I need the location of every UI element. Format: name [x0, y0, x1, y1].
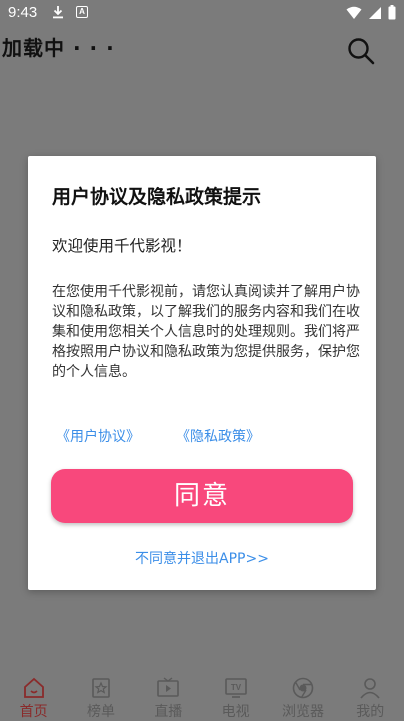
signal-icon	[369, 6, 381, 19]
tab-label: 榜单	[86, 704, 115, 720]
dialog-title: 用户协议及隐私政策提示	[52, 186, 262, 208]
tv-icon: TV	[224, 678, 247, 698]
download-icon	[53, 6, 63, 19]
profile-icon	[360, 678, 380, 699]
page-title: 加载中 · · ·	[2, 36, 115, 60]
tab-browser[interactable]: 浏览器	[269, 670, 336, 720]
tab-label: 我的	[356, 704, 385, 720]
tab-home[interactable]: 首页	[0, 670, 67, 720]
browser-icon	[292, 677, 314, 699]
tab-label: 首页	[19, 704, 48, 720]
tab-ranking[interactable]: 榜单	[67, 670, 134, 720]
tab-label: 浏览器	[281, 704, 324, 720]
user-agreement-link[interactable]: 《用户协议》	[56, 426, 140, 446]
disagree-exit-link[interactable]: 不同意并退出APP>>	[28, 548, 376, 568]
bottom-tab-bar: 首页 榜单 直播 TV 电视 浏览器 我的	[0, 670, 404, 720]
system-icons	[346, 5, 396, 20]
svg-text:TV: TV	[231, 683, 242, 692]
dialog-welcome: 欢迎使用千代影视！	[52, 237, 192, 255]
wifi-icon	[346, 6, 362, 19]
battery-icon	[388, 5, 396, 20]
status-time: 9:43	[8, 4, 38, 21]
search-icon[interactable]	[346, 36, 376, 66]
home-icon	[23, 677, 44, 698]
agree-button[interactable]: 同意	[51, 469, 353, 523]
app-header: 加载中 · · ·	[0, 26, 404, 76]
status-bar: 9:43 A	[0, 0, 404, 26]
privacy-policy-link[interactable]: 《隐私政策》	[176, 426, 260, 446]
tab-live[interactable]: 直播	[135, 670, 202, 720]
live-tv-icon	[157, 677, 180, 697]
dialog-body: 在您使用千代影视前，请您认真阅读并了解用户协议和隐私政策，以了解我们的服务内容和…	[52, 284, 360, 380]
privacy-dialog: 用户协议及隐私政策提示 欢迎使用千代影视！ 在您使用千代影视前，请您认真阅读并了…	[28, 156, 376, 590]
tab-profile[interactable]: 我的	[337, 670, 404, 720]
tab-label: 电视	[221, 704, 250, 720]
notification-badge: A	[76, 6, 88, 18]
ranking-icon	[92, 678, 110, 698]
tab-tv[interactable]: TV 电视	[202, 670, 269, 720]
tab-label: 直播	[154, 704, 183, 720]
